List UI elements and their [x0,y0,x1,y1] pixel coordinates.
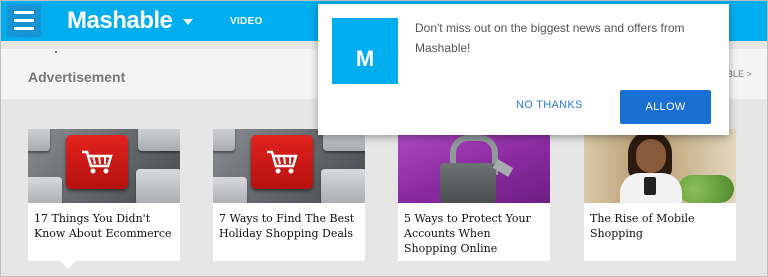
notification-popup: M Don't miss out on the biggest news and… [318,4,729,135]
nav-link-video[interactable]: VIDEO [230,16,263,27]
keyboard-cart-image [28,129,180,203]
shopping-cart-icon [251,135,313,189]
ad-card[interactable]: 7 Ways to Find The Best Holiday Shopping… [213,129,365,261]
shopping-cart-icon [66,135,128,189]
hamburger-menu-icon[interactable] [7,4,41,37]
no-thanks-button[interactable]: NO THANKS [516,99,583,111]
card-title[interactable]: 5 Ways to Protect Your Accounts When Sho… [404,211,546,256]
card-pointer [60,261,76,269]
card-title[interactable]: The Rise of Mobile Shopping [590,211,732,241]
ad-card[interactable]: 17 Things You Didn't Know About Ecommerc… [28,129,180,269]
ad-card[interactable]: 5 Ways to Protect Your Accounts When Sho… [398,129,550,261]
card-title[interactable]: 17 Things You Didn't Know About Ecommerc… [34,211,176,241]
popup-message: Don't miss out on the biggest news and o… [415,21,685,55]
ad-marker [55,51,57,53]
ad-card[interactable]: The Rise of Mobile Shopping [584,129,736,261]
page-frame: Mashable VIDEO Advertisement BLE > 17 Th… [0,0,768,277]
card-title[interactable]: 7 Ways to Find The Best Holiday Shopping… [219,211,361,241]
ad-label: Advertisement [28,69,126,85]
mashable-logo-icon: M [332,18,398,84]
woman-with-phone-image [584,129,736,203]
brand-logo[interactable]: Mashable [67,7,173,35]
keyboard-cart-image [213,129,365,203]
more-link[interactable]: BLE > [727,69,752,79]
padlock-image [398,129,550,203]
allow-button[interactable]: ALLOW [620,90,711,124]
chevron-down-icon[interactable] [183,19,193,25]
